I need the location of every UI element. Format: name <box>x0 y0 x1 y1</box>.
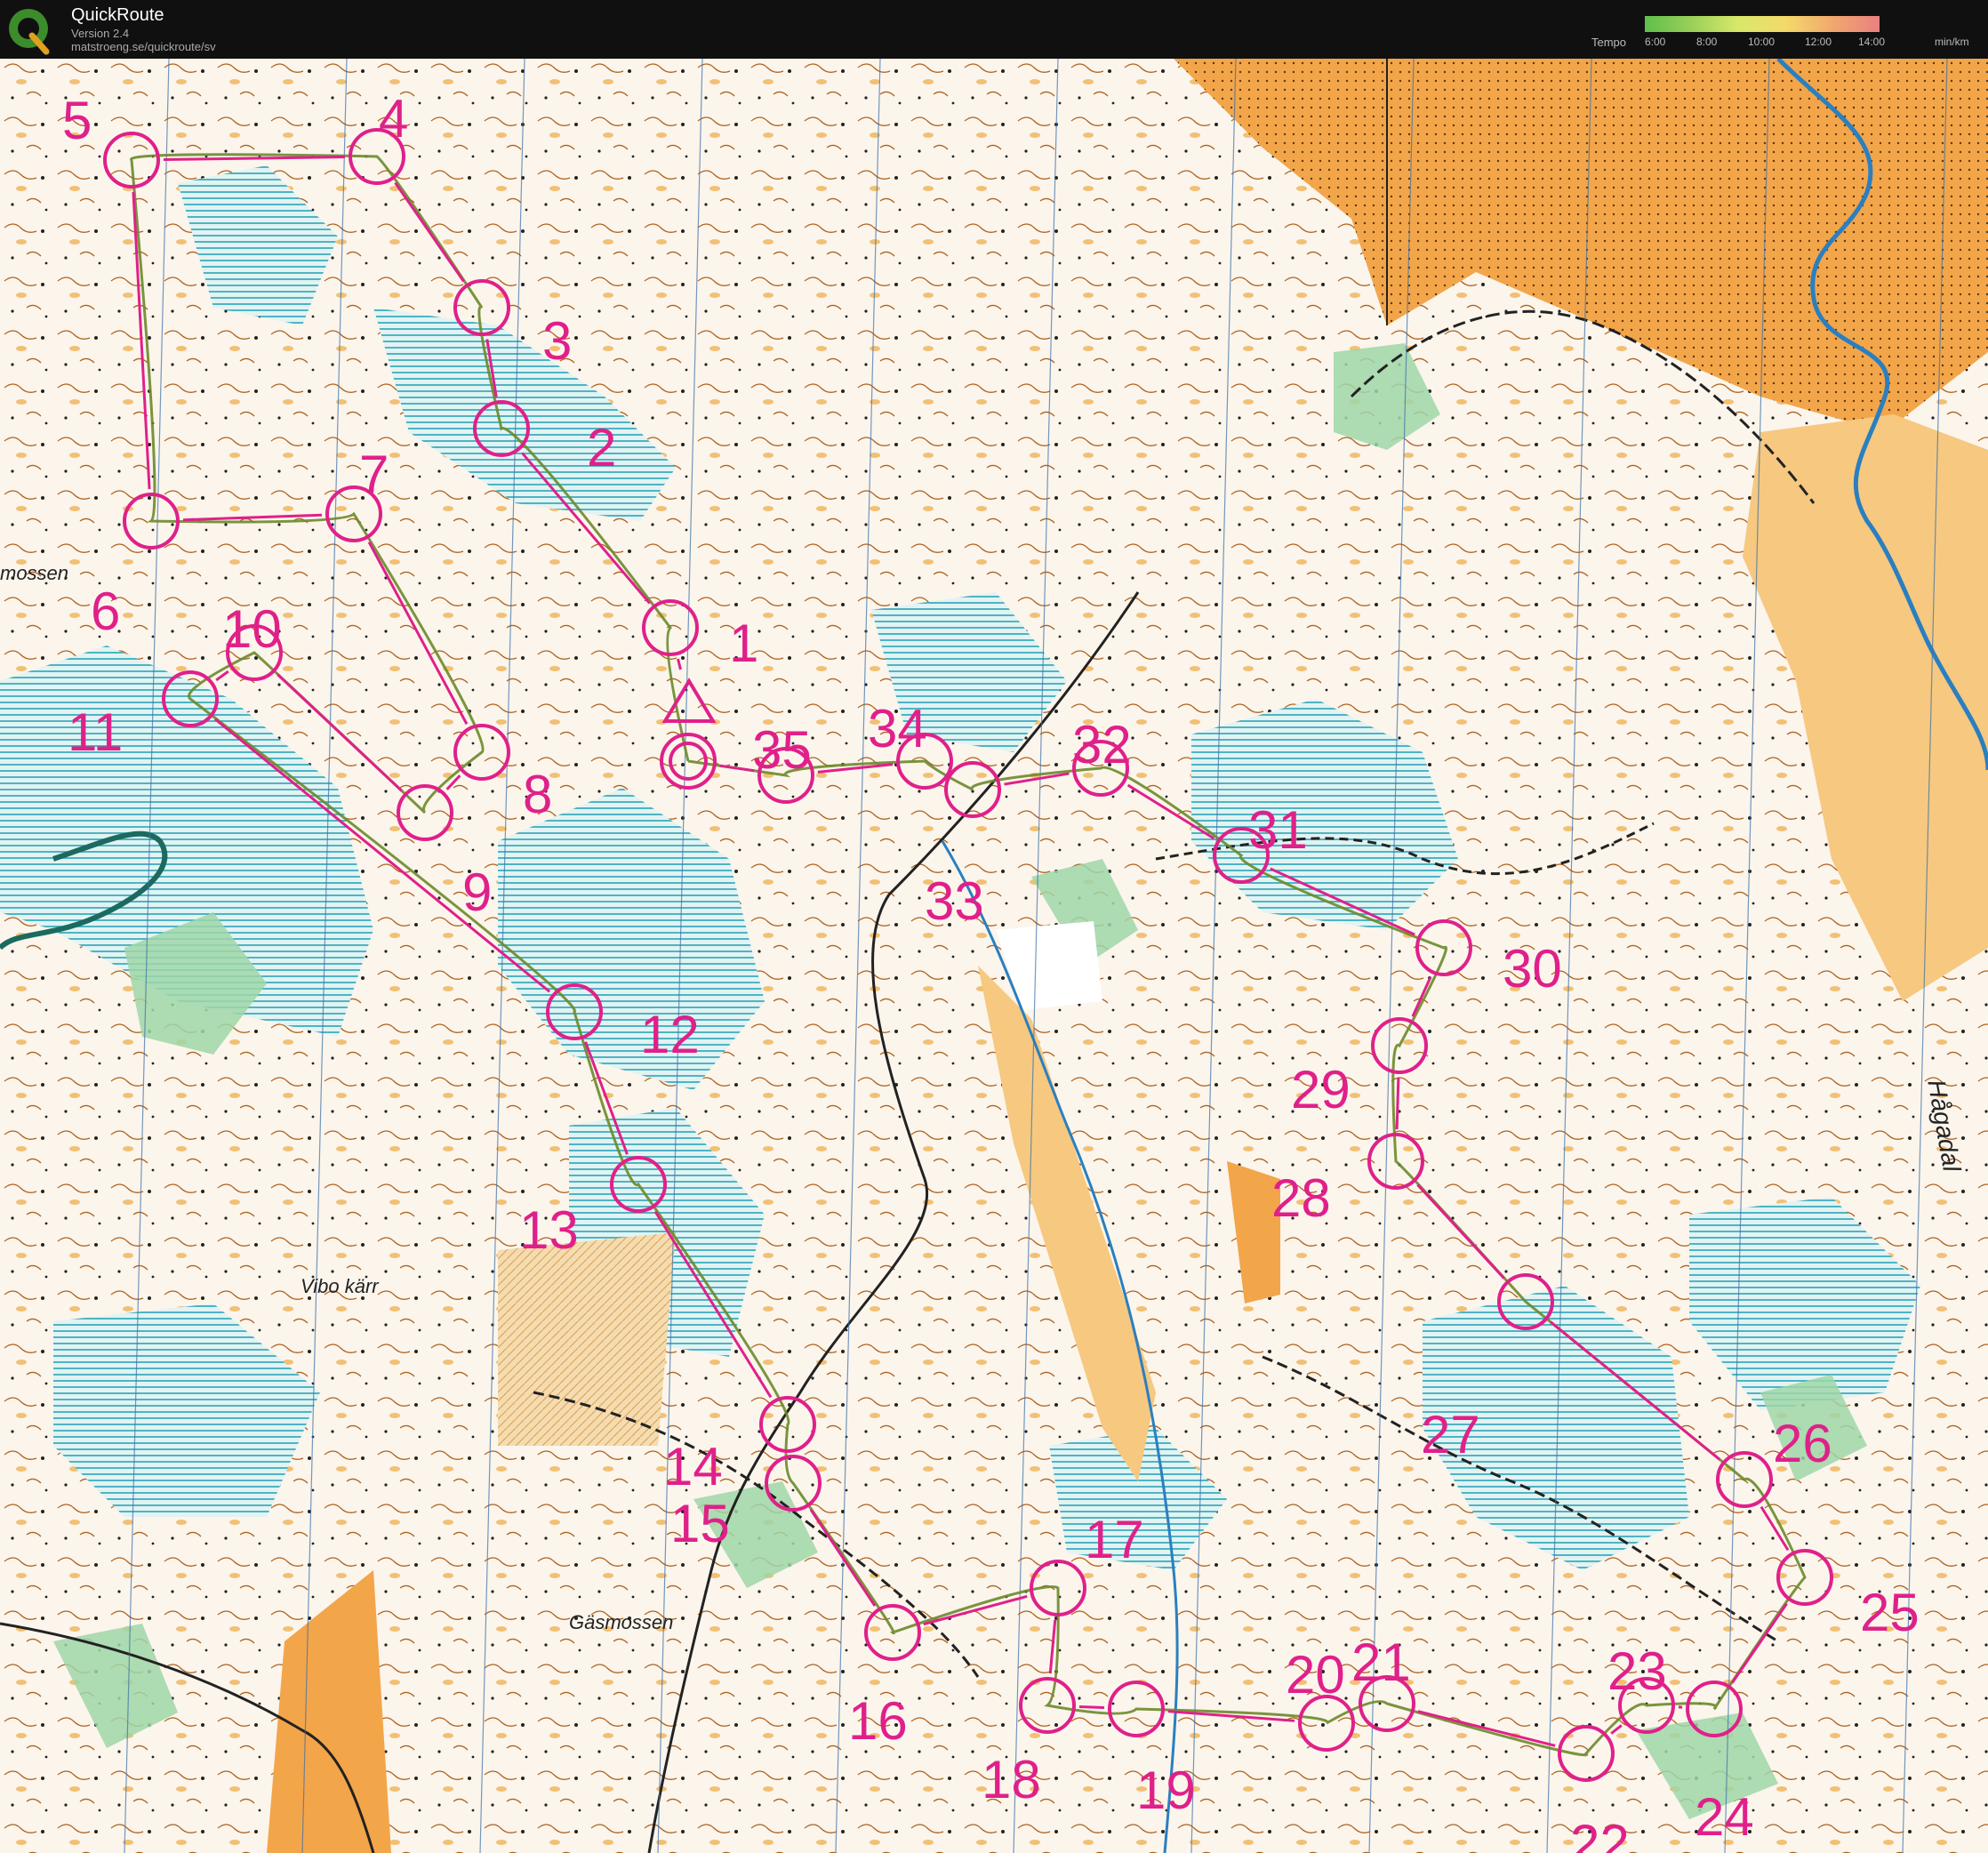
tempo-tick: 12:00 <box>1805 36 1832 48</box>
control-number-35: 35 <box>752 720 812 780</box>
quickroute-logo-icon <box>9 9 50 55</box>
control-number-14: 14 <box>663 1437 723 1496</box>
control-number-20: 20 <box>1286 1645 1345 1705</box>
tempo-color-scale <box>1645 16 1880 32</box>
control-number-12: 12 <box>640 1005 700 1064</box>
orienteering-map[interactable]: mossen Vibo kärr Gäsmossen Hågadal 12345… <box>0 59 1988 1853</box>
place-label-gasmossen: Gäsmossen <box>569 1611 673 1633</box>
control-number-25: 25 <box>1860 1583 1920 1642</box>
control-number-16: 16 <box>848 1691 908 1751</box>
control-number-24: 24 <box>1695 1787 1754 1847</box>
control-number-33: 33 <box>925 871 984 931</box>
control-number-26: 26 <box>1773 1414 1832 1473</box>
control-number-10: 10 <box>222 599 282 659</box>
tempo-label: Tempo <box>1591 36 1627 49</box>
control-number-15: 15 <box>670 1494 730 1553</box>
control-number-30: 30 <box>1503 939 1562 999</box>
control-number-23: 23 <box>1607 1641 1667 1701</box>
control-number-32: 32 <box>1072 715 1132 774</box>
control-number-27: 27 <box>1421 1405 1480 1464</box>
course-leg-line <box>1395 1077 1400 1130</box>
place-label-vibo-karr: Vibo kärr <box>301 1275 380 1297</box>
control-number-34: 34 <box>868 699 927 758</box>
control-number-1: 1 <box>729 614 758 673</box>
control-number-22: 22 <box>1570 1814 1630 1853</box>
tempo-tick: 6:00 <box>1645 36 1666 48</box>
title-bar: QuickRoute Version 2.4 matstroeng.se/qui… <box>0 0 1988 59</box>
control-number-8: 8 <box>523 765 552 824</box>
control-number-3: 3 <box>542 311 572 371</box>
control-number-21: 21 <box>1351 1632 1411 1692</box>
tempo-tick: 14:00 <box>1858 36 1886 48</box>
control-number-13: 13 <box>519 1200 579 1260</box>
control-number-31: 31 <box>1248 800 1308 860</box>
control-number-29: 29 <box>1291 1060 1351 1119</box>
app-url[interactable]: matstroeng.se/quickroute/sv <box>71 40 216 53</box>
tempo-tick: 10:00 <box>1748 36 1776 48</box>
control-number-19: 19 <box>1136 1761 1196 1820</box>
control-number-2: 2 <box>587 418 616 477</box>
control-number-4: 4 <box>379 89 408 148</box>
tempo-tick: 8:00 <box>1696 36 1718 48</box>
control-number-11: 11 <box>68 702 123 762</box>
control-number-9: 9 <box>462 862 492 922</box>
control-number-7: 7 <box>359 445 389 504</box>
control-number-6: 6 <box>91 582 120 641</box>
tempo-unit: min/km <box>1935 36 1969 48</box>
place-label-mossen: mossen <box>0 562 68 584</box>
course-leg-line <box>1078 1705 1105 1710</box>
app-title: QuickRoute <box>71 5 164 25</box>
control-number-5: 5 <box>62 91 92 150</box>
control-number-18: 18 <box>982 1750 1041 1809</box>
app-version: Version 2.4 <box>71 27 130 40</box>
control-number-28: 28 <box>1271 1168 1331 1228</box>
control-number-17: 17 <box>1085 1510 1144 1569</box>
